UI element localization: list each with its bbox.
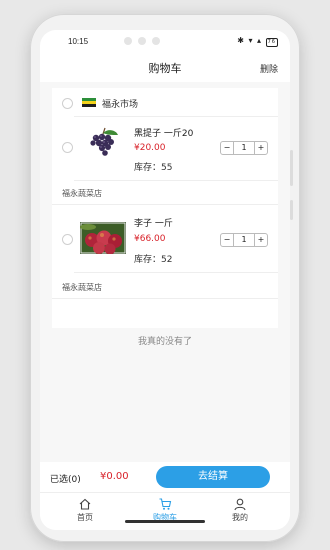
battery-icon: 76 [265, 38, 278, 47]
divider [52, 298, 278, 299]
product-price: ¥66.00 [134, 234, 166, 244]
divider [52, 204, 278, 205]
total-price: ¥0.00 [100, 471, 129, 482]
product-price: ¥20.00 [134, 143, 166, 153]
tab-home[interactable]: 首页 [60, 497, 110, 523]
power-button [290, 150, 293, 186]
divider [74, 180, 278, 181]
increase-button[interactable]: + [254, 234, 267, 246]
divider [74, 116, 278, 117]
quantity-stepper: − 1 + [220, 233, 268, 247]
item-select-radio[interactable] [62, 142, 73, 153]
product-name[interactable]: 黑提子 一斤20 [134, 126, 193, 139]
checkout-button[interactable]: 去结算 [156, 466, 270, 488]
market-card: 福永市场 黑提子 一斤20 ¥20.00 库存：55 − 1 + 福永蔬菜店 李… [52, 88, 278, 328]
home-icon [79, 498, 91, 510]
delete-button[interactable]: 删除 [260, 62, 278, 75]
page-title: 购物车 [148, 62, 182, 75]
empty-message: 我真的没有了 [137, 337, 192, 347]
tab-bar: 首页 购物车 我的 [40, 492, 290, 530]
tab-label: 我的 [232, 513, 248, 522]
cart-icon [159, 498, 172, 510]
app-screen: 10:15 ✱ ▾ ▴ 76 购物车 删除 福永市场 黑提子 一斤20 ¥20.… [40, 30, 290, 530]
market-select-radio[interactable] [62, 98, 73, 109]
home-indicator [125, 520, 205, 523]
status-bar: 10:15 ✱ ▾ ▴ 76 [40, 30, 290, 52]
signal-icons: ✱ ▾ ▴ [237, 36, 263, 45]
decrease-button[interactable]: − [221, 234, 234, 246]
market-name: 福永市场 [102, 100, 139, 110]
volume-button [290, 200, 293, 220]
quantity-value[interactable]: 1 [234, 142, 254, 154]
divider [74, 272, 278, 273]
nav-bar: 购物车 删除 [40, 52, 290, 82]
status-icons: ✱ ▾ ▴ 76 [237, 36, 278, 47]
store-name: 福永蔬菜店 [62, 283, 102, 292]
camera-notch [124, 37, 166, 47]
product-stock: 库存：55 [134, 163, 173, 173]
plum-image[interactable] [80, 222, 126, 254]
tab-label: 首页 [77, 513, 93, 522]
product-stock: 库存：52 [134, 255, 173, 265]
increase-button[interactable]: + [254, 142, 267, 154]
grape-image[interactable] [80, 126, 126, 158]
checkout-bar: 已选(0) ¥0.00 去结算 [40, 462, 290, 492]
item-select-radio[interactable] [62, 234, 73, 245]
selected-count[interactable]: 已选(0) [50, 472, 81, 485]
shop-logo-icon [82, 98, 96, 107]
quantity-value[interactable]: 1 [234, 234, 254, 246]
status-time: 10:15 [68, 37, 89, 46]
user-icon [234, 498, 246, 511]
cart-content: 福永市场 黑提子 一斤20 ¥20.00 库存：55 − 1 + 福永蔬菜店 李… [40, 82, 290, 492]
store-name: 福永蔬菜店 [62, 189, 102, 198]
tab-profile[interactable]: 我的 [215, 497, 265, 523]
decrease-button[interactable]: − [221, 142, 234, 154]
product-name[interactable]: 李子 一斤 [134, 216, 173, 229]
quantity-stepper: − 1 + [220, 141, 268, 155]
